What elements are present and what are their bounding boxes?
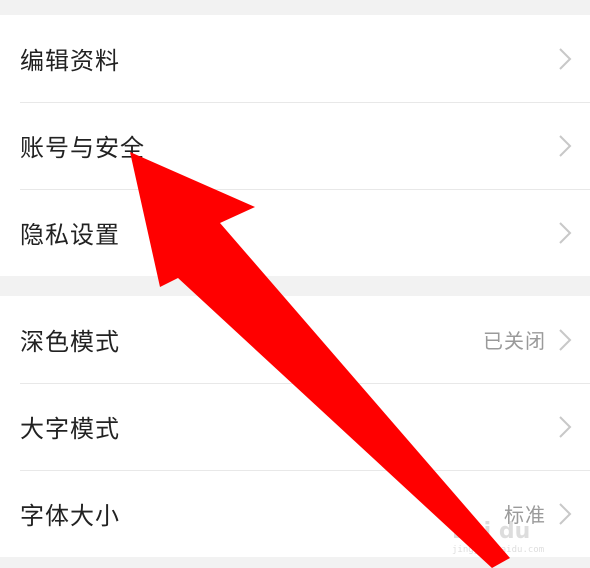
settings-item-privacy[interactable]: 隐私设置 <box>0 189 590 276</box>
settings-group-account: 编辑资料 账号与安全 隐私设置 <box>0 15 590 276</box>
chevron-right-icon <box>559 415 572 438</box>
settings-item-label: 隐私设置 <box>20 221 120 249</box>
chevron-right-icon <box>559 502 572 525</box>
settings-item-dark-mode[interactable]: 深色模式 已关闭 <box>0 296 590 383</box>
baidu-watermark: Bai du jingyan.baidu.com <box>452 519 544 555</box>
settings-item-label: 编辑资料 <box>20 47 120 75</box>
settings-page: 编辑资料 账号与安全 隐私设置 深色模式 已关闭 大字模式 字体大小 标准 Ba… <box>0 0 590 568</box>
settings-item-account-security[interactable]: 账号与安全 <box>0 102 590 189</box>
watermark-sub: jingyan.baidu.com <box>452 545 544 555</box>
settings-item-label: 账号与安全 <box>20 134 145 162</box>
settings-item-edit-profile[interactable]: 编辑资料 <box>0 15 590 102</box>
settings-item-large-text-mode[interactable]: 大字模式 <box>0 383 590 470</box>
settings-item-value: 已关闭 <box>483 329 546 353</box>
chevron-right-icon <box>559 134 572 157</box>
settings-item-label: 字体大小 <box>20 502 120 530</box>
chevron-right-icon <box>559 47 572 70</box>
watermark-brand: Bai du <box>452 519 530 544</box>
top-spacer <box>0 0 590 15</box>
chevron-right-icon <box>559 328 572 351</box>
chevron-right-icon <box>559 221 572 244</box>
section-spacer <box>0 276 590 296</box>
settings-item-label: 深色模式 <box>20 328 120 356</box>
settings-item-label: 大字模式 <box>20 415 120 443</box>
